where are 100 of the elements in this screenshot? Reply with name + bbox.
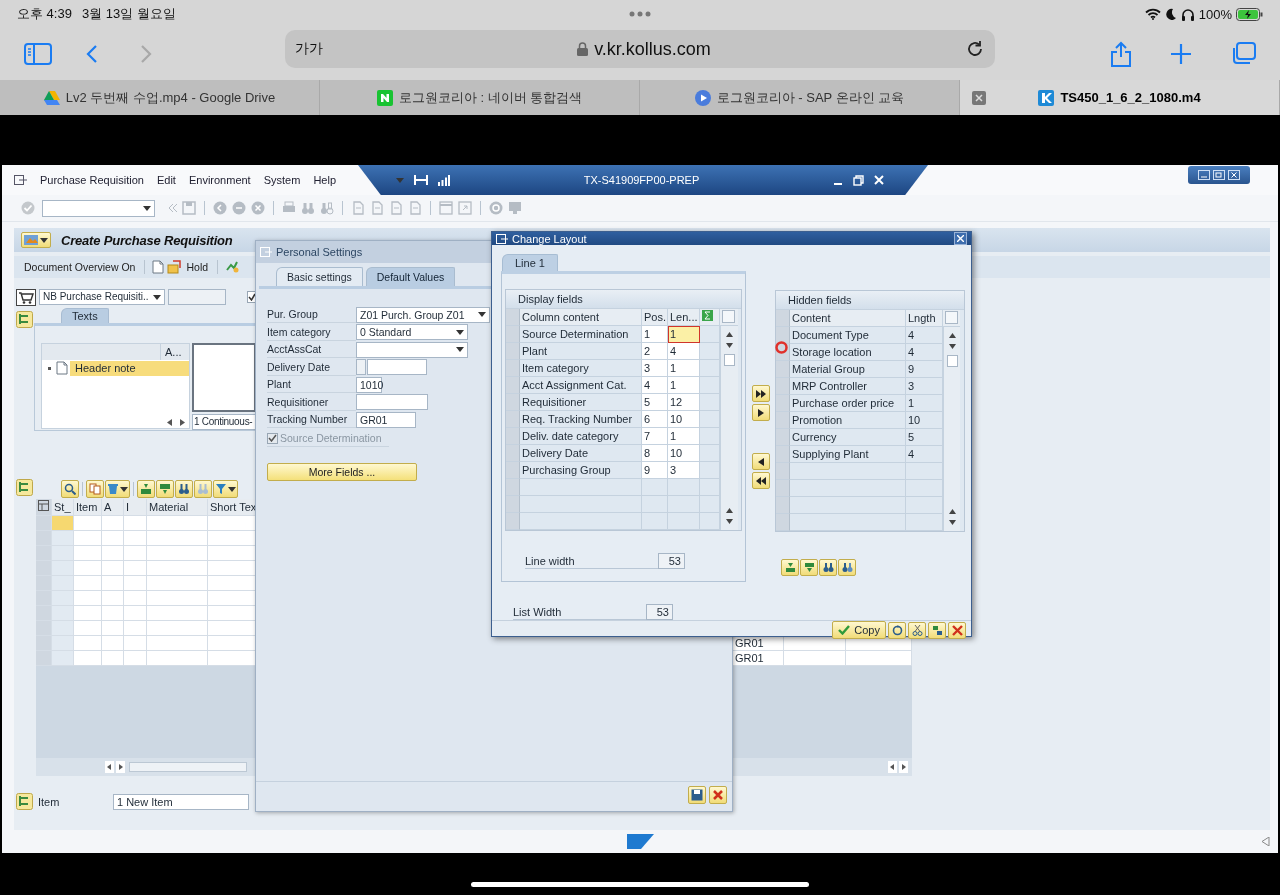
input-cell[interactable]: 1	[668, 360, 700, 377]
layout-button[interactable]	[928, 621, 946, 639]
back-icon[interactable]	[86, 44, 98, 64]
cancel-button[interactable]	[709, 785, 727, 804]
cut-button[interactable]	[908, 621, 926, 639]
screen-menu-button[interactable]	[21, 232, 51, 248]
close-button[interactable]	[954, 232, 967, 245]
tab[interactable]: Basic settings	[276, 267, 363, 286]
caret-icon[interactable]	[456, 329, 464, 335]
sort-ascending-button[interactable]	[781, 559, 799, 576]
first-page-icon[interactable]	[350, 200, 366, 216]
close-icon[interactable]	[1228, 170, 1240, 180]
input-cell[interactable]: 8	[642, 445, 668, 462]
expand-icon[interactable]	[15, 479, 33, 496]
scroll-up-icon[interactable]	[948, 509, 956, 514]
input-cell[interactable]: 4	[668, 343, 700, 360]
input-cell[interactable]: 12	[668, 394, 700, 411]
resize-icon[interactable]	[1262, 837, 1270, 846]
scroll-thumb[interactable]	[946, 355, 958, 367]
cancel-button[interactable]	[948, 621, 966, 639]
column-settings-button[interactable]	[722, 310, 735, 323]
more-icon[interactable]	[629, 11, 651, 17]
menu-item[interactable]: Edit	[156, 174, 176, 186]
back-icon[interactable]	[212, 200, 228, 216]
hold-icon[interactable]	[167, 260, 182, 274]
date-field[interactable]	[367, 359, 427, 376]
input-cell[interactable]: 9	[642, 462, 668, 479]
table-settings-icon[interactable]	[38, 500, 49, 511]
tab[interactable]: Line 1	[502, 254, 558, 271]
input-cell[interactable]: 7	[642, 428, 668, 445]
move-right-button[interactable]	[752, 404, 770, 421]
new-document-icon[interactable]	[152, 260, 165, 274]
text-editor[interactable]	[192, 343, 256, 412]
binoculars-button[interactable]	[175, 480, 193, 498]
input-cell[interactable]: 4	[642, 377, 668, 394]
find-next-button[interactable]	[838, 559, 856, 576]
format-field[interactable]: 1 Continuous-	[192, 414, 256, 430]
tab[interactable]: Default Values	[365, 267, 456, 286]
input-cell[interactable]: 2	[642, 343, 668, 360]
caret-icon[interactable]	[152, 294, 161, 300]
dropdown-caret-icon[interactable]	[396, 177, 404, 183]
check-icon[interactable]	[21, 201, 35, 215]
document-type-dropdown[interactable]: NB Purchase Requisiti..	[39, 289, 165, 305]
scroll-left-icon[interactable]	[888, 761, 897, 773]
binoculars-button[interactable]	[819, 559, 837, 576]
input-field[interactable]	[356, 394, 428, 411]
more-fields-button[interactable]: More Fields ...	[267, 462, 417, 481]
caret-icon[interactable]	[228, 486, 236, 492]
tree-node[interactable]: Header note	[70, 360, 189, 376]
sort-descending-button[interactable]	[800, 559, 818, 576]
menu-item[interactable]: Help	[313, 174, 336, 186]
input-cell[interactable]: 1	[668, 326, 700, 343]
caret-icon[interactable]	[456, 347, 464, 353]
close-icon[interactable]	[972, 90, 986, 105]
settings-icon[interactable]	[225, 260, 240, 274]
input-cell[interactable]: 3	[642, 360, 668, 377]
menu-item[interactable]: Purchase Requisition	[40, 174, 144, 186]
scroll-right-icon[interactable]	[116, 761, 125, 773]
input-cell[interactable]: 6	[642, 411, 668, 428]
delete-button[interactable]	[105, 480, 130, 498]
cancel-icon[interactable]	[250, 200, 266, 216]
scroll-up-icon[interactable]	[726, 332, 733, 337]
caret-icon[interactable]	[143, 205, 151, 211]
tabs-icon[interactable]	[1230, 42, 1256, 66]
minimize-icon[interactable]	[1198, 170, 1210, 180]
copy-button[interactable]	[86, 480, 104, 498]
filter-button[interactable]	[213, 480, 238, 498]
menu-item[interactable]: System	[263, 174, 301, 186]
back-arrows-icon[interactable]	[168, 203, 178, 213]
restore-icon[interactable]	[1213, 170, 1225, 180]
input-field[interactable]: 1010	[356, 376, 382, 393]
text-size-button[interactable]: 가가	[295, 40, 323, 58]
row-selector[interactable]	[776, 327, 790, 344]
exit-icon[interactable]	[231, 200, 247, 216]
new-window-icon[interactable]	[438, 200, 454, 216]
sum-icon[interactable]	[702, 310, 713, 321]
scroll-left-icon[interactable]	[105, 761, 114, 773]
input-cell[interactable]: 1	[642, 326, 668, 343]
refresh-button[interactable]	[888, 621, 906, 639]
input-field[interactable]: GR01	[356, 411, 416, 428]
previous-page-icon[interactable]	[369, 200, 385, 216]
share-icon[interactable]	[1110, 41, 1132, 67]
input-cell[interactable]: 1	[668, 377, 700, 394]
scroll-right-icon[interactable]	[180, 419, 185, 426]
input-cell[interactable]: 10	[668, 445, 700, 462]
pin-icon[interactable]	[414, 175, 428, 185]
screen-menu-icon[interactable]	[14, 174, 27, 186]
sort-ascending-button[interactable]	[137, 480, 155, 498]
menu-item[interactable]: Environment	[188, 174, 251, 186]
dropdown-field[interactable]	[356, 341, 468, 358]
move-left-button[interactable]	[752, 453, 770, 470]
dropdown-field[interactable]: 0 Standard	[356, 324, 468, 341]
note-icon[interactable]	[56, 361, 68, 375]
column-settings-button[interactable]	[945, 311, 958, 324]
input-cell[interactable]: 1	[668, 428, 700, 445]
forward-icon[interactable]	[140, 44, 152, 64]
help-icon[interactable]	[488, 200, 504, 216]
restore-icon[interactable]	[853, 174, 864, 186]
input-field[interactable]	[356, 359, 366, 376]
caret-icon[interactable]	[40, 237, 48, 243]
